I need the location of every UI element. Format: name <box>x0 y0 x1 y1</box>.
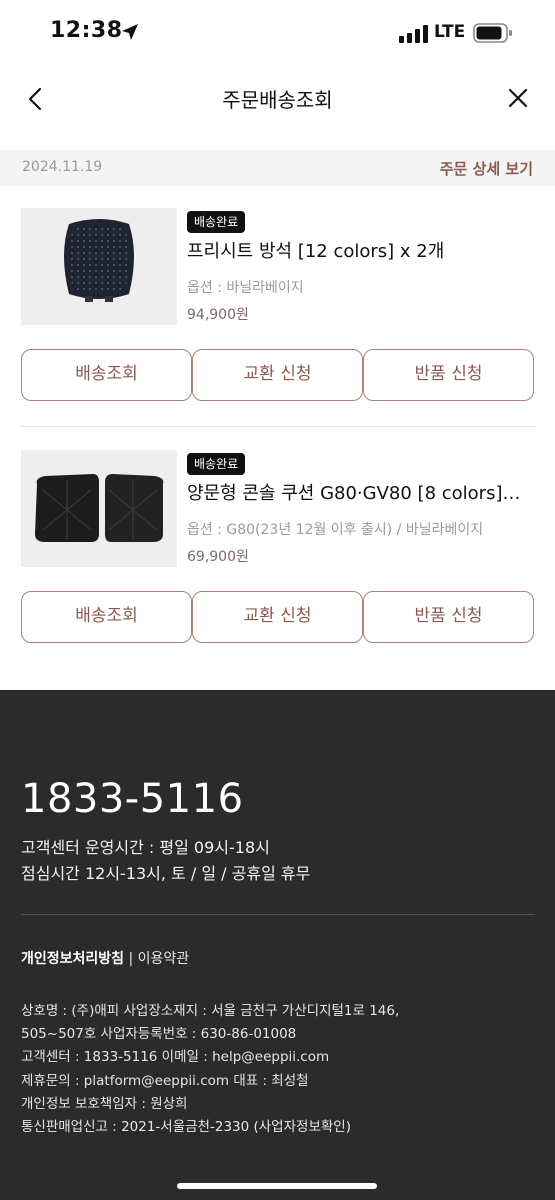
terms-link[interactable]: 이용약관 <box>138 951 190 967</box>
footer-divider <box>21 914 535 915</box>
company-info: 상호명 : (주)애피 사업장소재지 : 서울 금천구 가산디지털1로 146,… <box>21 1000 399 1139</box>
customer-service-phone[interactable]: 1833-5116 <box>21 776 244 822</box>
business-hours: 고객센터 운영시간 : 평일 09시-18시 점심시간 12시-13시, 토 /… <box>21 835 310 887</box>
home-indicator <box>177 1183 377 1189</box>
company-info-line: 제휴문의 : platform@eeppii.com 대표 : 최성철 <box>21 1072 309 1089</box>
product-option: 옵션 : 바닐라베이지 <box>187 280 304 296</box>
company-info-line: 505~507호 사업자등록번호 : 630-86-01008 <box>21 1026 297 1043</box>
exchange-request-button[interactable]: 교환 신청 <box>192 349 363 401</box>
operating-hours: 고객센터 운영시간 : 평일 09시-18시 <box>21 838 270 857</box>
product-name[interactable]: 양문형 콘솔 쿠션 G80·GV80 [8 colors]… <box>187 479 535 505</box>
product-price: 94,900원 <box>187 307 249 323</box>
lunch-hours: 점심시간 12시-13시, 토 / 일 / 공휴일 휴무 <box>21 864 311 883</box>
product-image-console-cushion[interactable] <box>21 450 177 567</box>
return-request-button[interactable]: 반품 신청 <box>363 349 534 401</box>
product-price: 69,900원 <box>187 549 249 565</box>
company-info-line: 상호명 : (주)애피 사업장소재지 : 서울 금천구 가산디지털1로 146, <box>21 1003 400 1019</box>
battery-icon <box>473 23 512 43</box>
privacy-policy-link[interactable]: 개인정보처리방침 <box>21 951 124 967</box>
status-badge: 배송완료 <box>187 211 246 233</box>
track-delivery-button[interactable]: 배송조회 <box>21 591 192 643</box>
track-delivery-button[interactable]: 배송조회 <box>21 349 192 401</box>
footer-links: 개인정보처리방침 | 이용약관 <box>21 948 189 968</box>
product-option: 옵션 : G80(23년 12월 이후 출시) / 바닐라베이지 <box>187 522 484 538</box>
company-info-line: 고객센터 : 1833-5116 이메일 : help@eeppii.com <box>21 1049 330 1066</box>
exchange-request-button[interactable]: 교환 신청 <box>192 591 363 643</box>
link-separator: | <box>128 951 134 967</box>
seat-cushion-image <box>64 219 134 302</box>
status-bar: 12:38 LTE <box>0 0 555 66</box>
order-date-bar: 2024.11.19 주문 상세 보기 <box>0 150 555 186</box>
footer: 1833-5116 고객센터 운영시간 : 평일 09시-18시 점심시간 12… <box>0 690 555 1200</box>
cellular-signal-icon <box>399 25 428 43</box>
item-divider <box>21 426 535 427</box>
status-badge: 배송완료 <box>187 453 246 475</box>
order-date: 2024.11.19 <box>22 159 103 175</box>
company-info-line: 개인정보 보호책임자 : 원상희 <box>21 1095 188 1112</box>
company-info-line[interactable]: 통신판매업신고 : 2021-서울금천-2330 (사업자정보확인) <box>21 1116 399 1139</box>
page-title: 주문배송조회 <box>222 88 333 112</box>
return-request-button[interactable]: 반품 신청 <box>363 591 534 643</box>
product-name[interactable]: 프리시트 방석 [12 colors] x 2개 <box>187 237 535 263</box>
status-time: 12:38 <box>50 18 123 43</box>
order-detail-link[interactable]: 주문 상세 보기 <box>440 158 533 179</box>
location-arrow-icon <box>122 24 138 40</box>
nav-bar: 주문배송조회 <box>0 66 555 128</box>
close-icon[interactable] <box>502 84 534 114</box>
network-type: LTE <box>434 22 466 42</box>
console-cushion-image <box>35 474 164 542</box>
product-image-seat-cushion[interactable] <box>21 208 177 325</box>
